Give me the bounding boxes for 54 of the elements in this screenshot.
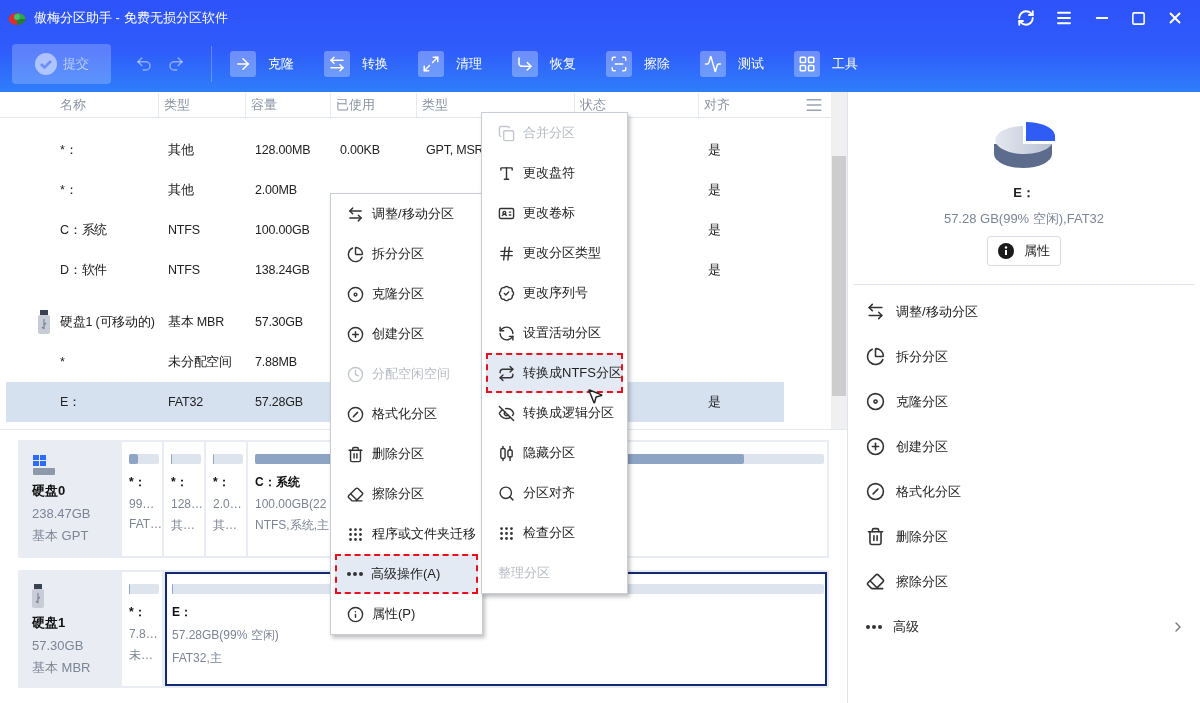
partition-size: 7.8… <box>129 627 158 641</box>
table-cell: 是 <box>708 261 721 279</box>
partition-name: *： <box>213 474 230 491</box>
disk-size: 238.47GB <box>32 506 92 521</box>
table-cell: NTFS <box>168 223 200 237</box>
table-cell: *： <box>60 181 78 199</box>
partition-name: C：系统 <box>255 474 300 491</box>
table-cell: 57.28GB <box>255 395 303 409</box>
table-cell: 2.00MB <box>255 183 297 197</box>
table-cell: 其他 <box>168 181 194 199</box>
table-cell: 57.30GB <box>255 315 303 329</box>
table-cell: 其他 <box>168 141 194 159</box>
partition-format: FAT32,主 <box>172 650 222 667</box>
partition-format: FAT… <box>129 517 163 531</box>
table-cell: 100.00GB <box>255 223 310 237</box>
table-cell: *： <box>60 141 78 159</box>
table-cell: 是 <box>708 221 721 239</box>
table-cell: 128.00MB <box>255 143 311 157</box>
partition-size: 100.00GB(22 <box>255 497 327 511</box>
window-title: 傲梅分区助手 - 免费无损分区软件 <box>34 9 229 27</box>
table-cell: * <box>60 355 65 369</box>
disk-name: 硬盘1 <box>32 614 67 632</box>
table-cell: 是 <box>708 181 721 199</box>
partition-size: 2.0… <box>213 497 242 511</box>
table-cell: 未分配空间 <box>168 353 232 371</box>
disk-style: 基本 GPT <box>32 527 90 545</box>
partition-size: 57.28GB(99% 空闲) <box>172 627 279 644</box>
partition-name: *： <box>171 474 188 491</box>
partition-size: 99… <box>129 497 155 511</box>
table-cell: 是 <box>708 393 721 411</box>
table-cell: 7.88MB <box>255 355 297 369</box>
partition-name: *： <box>129 474 146 491</box>
partition-title: E： <box>1013 184 1035 202</box>
table-cell: 0.00KB <box>340 143 380 157</box>
table-cell: 硬盘1 (可移动的) <box>60 313 155 331</box>
table-cell: 是 <box>708 141 721 159</box>
partition-name: *： <box>129 604 146 621</box>
table-cell: E： <box>60 393 81 411</box>
partition-format: NTFS,系统,主 <box>255 517 329 534</box>
partition-size: 128… <box>171 497 204 511</box>
table-cell: C：系统 <box>60 221 108 239</box>
table-cell: 138.24GB <box>255 263 310 277</box>
partition-format: 未… <box>129 647 153 664</box>
partition-format: 其… <box>213 517 237 534</box>
table-cell: NTFS <box>168 263 200 277</box>
disk-size: 57.30GB <box>32 638 85 653</box>
partition-format: 其… <box>171 517 195 534</box>
partition-name: E： <box>172 604 192 621</box>
table-cell: FAT32 <box>168 395 203 409</box>
table-cell: 基本 MBR <box>168 313 225 331</box>
table-cell: D：软件 <box>60 261 108 279</box>
disk-name: 硬盘0 <box>32 482 67 500</box>
partition-info: 57.28 GB(99% 空闲),FAT32 <box>943 210 1105 228</box>
disk-style: 基本 MBR <box>32 659 92 677</box>
